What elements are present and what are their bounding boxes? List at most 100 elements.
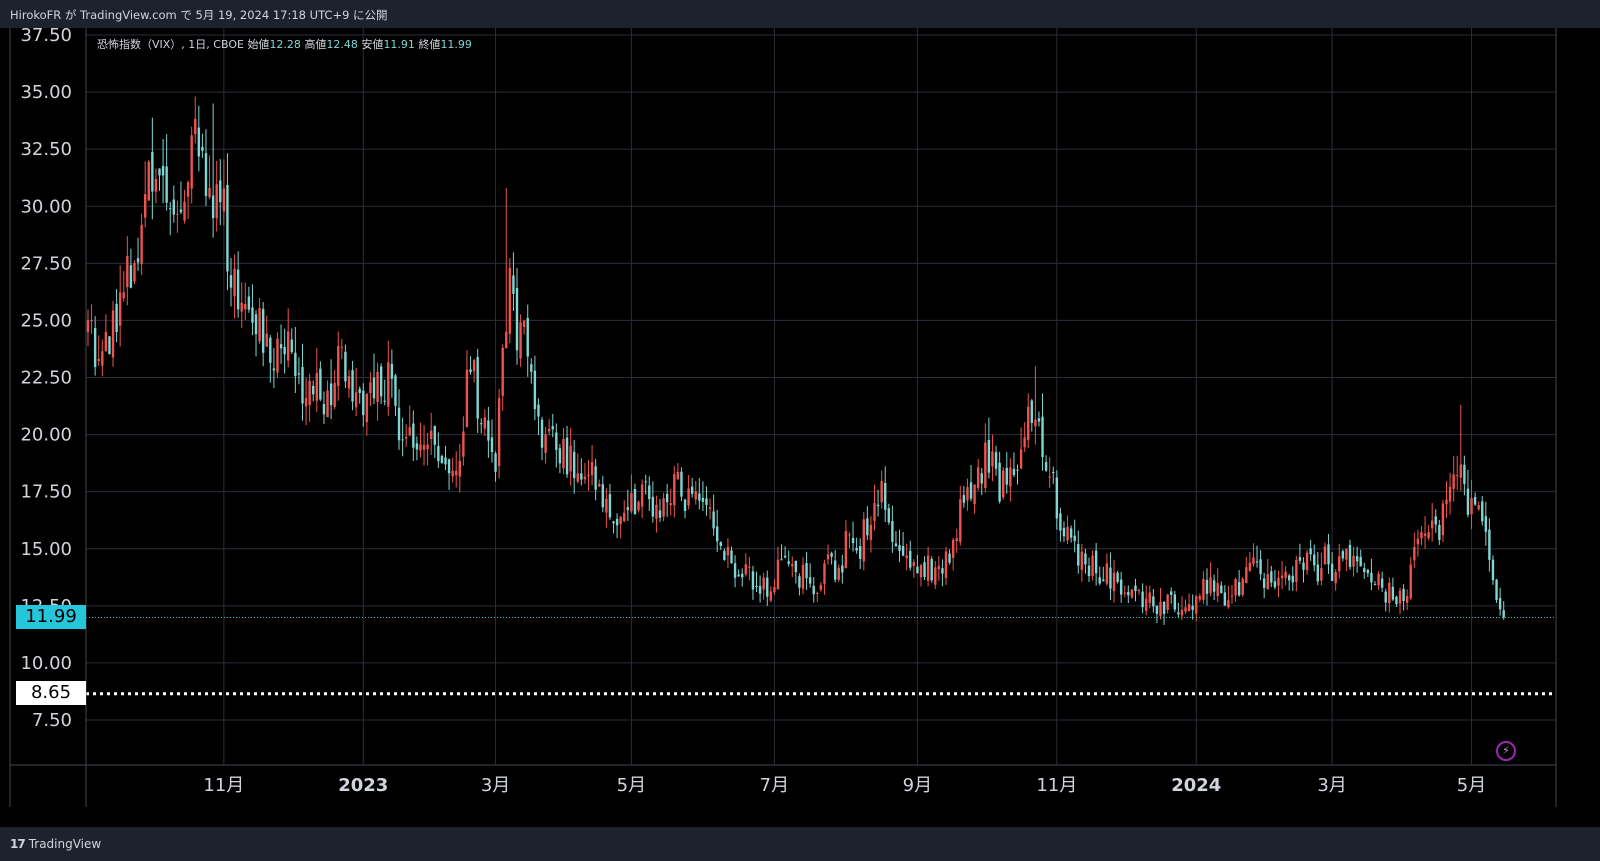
candle: [1423, 516, 1427, 549]
candle-body: [472, 360, 476, 372]
candle-body: [1198, 596, 1202, 600]
candle-body: [544, 434, 547, 453]
candle: [1087, 557, 1091, 583]
close-label: 終値: [418, 38, 441, 51]
candle: [1391, 577, 1395, 602]
candle: [201, 133, 204, 158]
candle-body: [766, 577, 769, 597]
candle: [1237, 570, 1241, 597]
candle: [930, 556, 933, 583]
candle-body: [598, 483, 601, 487]
candle: [236, 251, 240, 318]
price-chart[interactable]: 37.50 35.00 32.50 30.00 27.50 25.00 22.50 20.00…: [0, 28, 1600, 827]
x-tick-label: 2023: [338, 775, 388, 796]
candle-body: [1148, 592, 1151, 604]
y-tick-label: 30.00: [20, 196, 72, 217]
candle-body: [1137, 590, 1141, 592]
candle-body: [1187, 604, 1191, 611]
candle-body: [1066, 526, 1069, 541]
candle: [322, 391, 326, 425]
candle-body: [1170, 591, 1173, 595]
candle-body: [211, 195, 215, 219]
level-price-tag[interactable]: 8.65: [16, 681, 86, 705]
candle-body: [1002, 470, 1005, 498]
candle-body: [90, 319, 93, 322]
candle: [279, 324, 283, 364]
candle: [923, 556, 926, 581]
candle-body: [1037, 418, 1041, 422]
candle: [1130, 588, 1134, 599]
candle-body: [1012, 468, 1016, 476]
candle-body: [1438, 525, 1441, 540]
candle-body: [1280, 575, 1284, 579]
candle: [111, 300, 115, 367]
low-label: 安値: [361, 38, 384, 51]
candle: [397, 389, 401, 450]
candle-body: [1245, 567, 1248, 584]
candle-body: [959, 499, 962, 542]
candle: [783, 546, 787, 559]
lightning-icon[interactable]: ⚡: [1496, 741, 1516, 761]
candle: [537, 398, 540, 436]
candle-body: [365, 394, 369, 423]
candle-body: [926, 555, 930, 581]
y-tick-label: 10.00: [20, 653, 72, 674]
candle: [673, 466, 676, 518]
candle: [329, 359, 333, 420]
candle-body: [1091, 555, 1094, 576]
candle: [269, 334, 272, 383]
candle-body: [912, 562, 916, 566]
candle: [165, 134, 168, 211]
candle-body: [723, 550, 726, 560]
candle: [1491, 555, 1495, 585]
symbol-legend[interactable]: 恐怖指数（VIX）, 1日, CBOE 始値12.28 高値12.48 安値11…: [97, 36, 472, 52]
x-tick-label: 3月: [481, 775, 510, 796]
candle: [419, 422, 422, 458]
candle-body: [866, 518, 869, 536]
candle: [705, 486, 708, 516]
candle: [1066, 515, 1069, 544]
candle: [1209, 562, 1212, 597]
candle-body: [1252, 557, 1255, 565]
candle-body: [540, 419, 544, 448]
candle-body: [1459, 464, 1462, 478]
candle: [451, 457, 454, 483]
candle-body: [1391, 586, 1395, 600]
candle-body: [219, 180, 222, 203]
candle: [154, 168, 158, 204]
candle-body: [315, 373, 318, 401]
candle-body: [808, 577, 812, 584]
candle: [490, 419, 494, 463]
candle-body: [340, 346, 344, 348]
candle: [1380, 571, 1384, 592]
candle: [1148, 585, 1151, 609]
candle-body: [169, 208, 172, 210]
candle: [723, 548, 726, 561]
candle: [283, 328, 286, 374]
candle: [315, 347, 318, 413]
candle: [226, 153, 229, 291]
candle-body: [526, 317, 529, 357]
candle: [737, 569, 740, 577]
candle-body: [844, 531, 848, 569]
candle-body: [1044, 462, 1048, 471]
candle: [808, 563, 812, 588]
candle: [1427, 525, 1430, 541]
candle-body: [304, 398, 308, 407]
candle-body: [376, 371, 379, 403]
candle-body: [1116, 572, 1119, 582]
candle-body: [941, 568, 944, 574]
candle-body: [1052, 471, 1055, 473]
tradingview-logo[interactable]: 17 TradingView: [10, 836, 101, 852]
candle-body: [433, 425, 436, 445]
candle-body: [1388, 582, 1391, 604]
y-tick-label: 15.00: [20, 539, 72, 560]
candle-body: [1323, 546, 1327, 565]
candle-body: [1248, 562, 1252, 571]
candle-body: [1445, 499, 1448, 505]
y-tick-label: 7.50: [32, 710, 72, 731]
candle-body: [190, 135, 193, 189]
candle: [751, 565, 755, 600]
candle-body: [1502, 610, 1505, 618]
candle-body: [998, 462, 1001, 502]
